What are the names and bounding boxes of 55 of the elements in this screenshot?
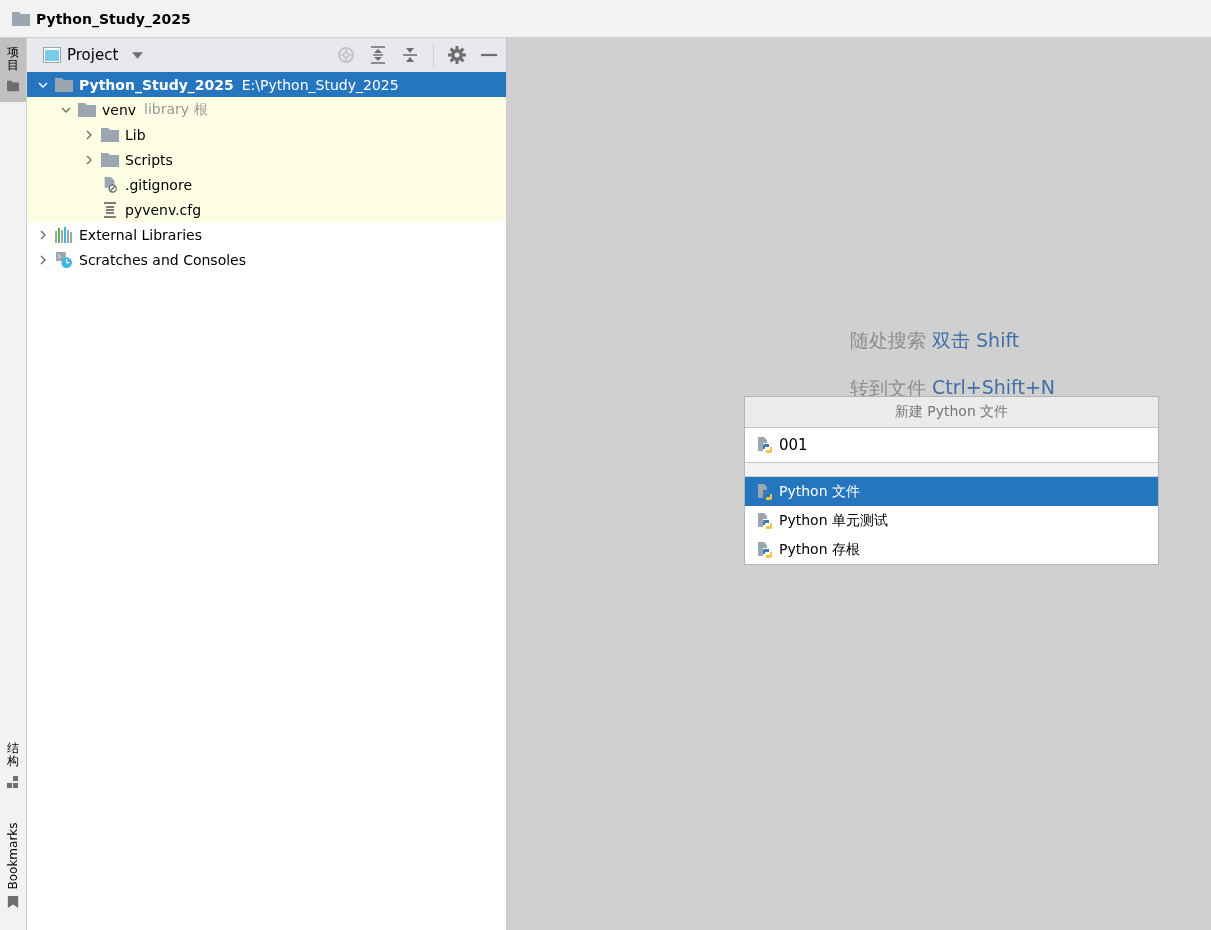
- tree-hint: E:\Python_Study_2025: [241, 76, 399, 93]
- python-file-icon: [757, 541, 773, 558]
- folder-icon: [78, 101, 96, 118]
- tree-label: Lib: [125, 126, 146, 143]
- folder-icon: [55, 76, 73, 93]
- side-tab[interactable]: 项目: [0, 38, 26, 103]
- tree-hint: library 根: [144, 100, 208, 119]
- python-file-icon: [757, 512, 773, 529]
- python-file-icon: [757, 437, 773, 453]
- expand-all-icon[interactable]: [369, 46, 387, 64]
- bookmark-icon: [7, 896, 19, 908]
- hint-label: 随处搜索: [850, 328, 926, 353]
- tree-row[interactable]: .gitignore: [27, 172, 506, 197]
- file-type-option[interactable]: Python 文件: [745, 477, 1158, 506]
- tree-row[interactable]: venv library 根: [27, 97, 506, 122]
- chevron-right-icon[interactable]: [84, 154, 94, 165]
- side-tab[interactable]: Bookmarks: [0, 816, 26, 918]
- collapse-all-icon[interactable]: [401, 46, 419, 64]
- tree-row[interactable]: pyvenv.cfg: [27, 197, 506, 222]
- tree-label: .gitignore: [125, 176, 192, 193]
- tree-label: pyvenv.cfg: [125, 201, 202, 218]
- folder-icon: [7, 80, 19, 93]
- folder-icon: [101, 151, 119, 168]
- view-selector[interactable]: Project: [43, 46, 144, 64]
- side-tab[interactable]: 结构: [0, 733, 26, 798]
- popup-title: 新建 Python 文件: [745, 397, 1158, 428]
- settings-icon[interactable]: [448, 46, 466, 64]
- python-file-icon: [757, 483, 773, 500]
- tree-label: External Libraries: [79, 226, 202, 243]
- structure-icon: [7, 776, 19, 788]
- config-file-icon: [101, 201, 119, 218]
- tree-label: Scratches and Consoles: [79, 251, 246, 268]
- folder-icon: [12, 11, 30, 26]
- tree-row[interactable]: Scratches and Consoles: [27, 247, 506, 272]
- tree-row[interactable]: Python_Study_2025 E:\Python_Study_2025: [27, 72, 506, 97]
- file-name-field[interactable]: 001: [777, 435, 1158, 455]
- file-type-option[interactable]: Python 存根: [745, 535, 1158, 564]
- window-title: Python_Study_2025: [36, 10, 191, 27]
- caret-icon: [132, 51, 144, 59]
- window-icon: [43, 47, 61, 63]
- tree-label: Scripts: [125, 151, 173, 168]
- tree-row[interactable]: Lib: [27, 122, 506, 147]
- tree-label: Python_Study_2025: [79, 76, 234, 93]
- scratches-icon: [55, 251, 73, 268]
- tree-label: venv: [102, 101, 137, 118]
- chevron-right-icon[interactable]: [38, 229, 48, 240]
- libraries-icon: [55, 226, 73, 243]
- file-type-option[interactable]: Python 单元测试: [745, 506, 1158, 535]
- chevron-right-icon[interactable]: [38, 254, 48, 265]
- hint-shortcut: Ctrl+Shift+N: [932, 376, 1056, 400]
- tree-row[interactable]: Scripts: [27, 147, 506, 172]
- tree-row[interactable]: External Libraries: [27, 222, 506, 247]
- hint-shortcut: 双击 Shift: [932, 328, 1020, 353]
- folder-icon: [101, 126, 119, 143]
- chevron-right-icon[interactable]: [84, 129, 94, 140]
